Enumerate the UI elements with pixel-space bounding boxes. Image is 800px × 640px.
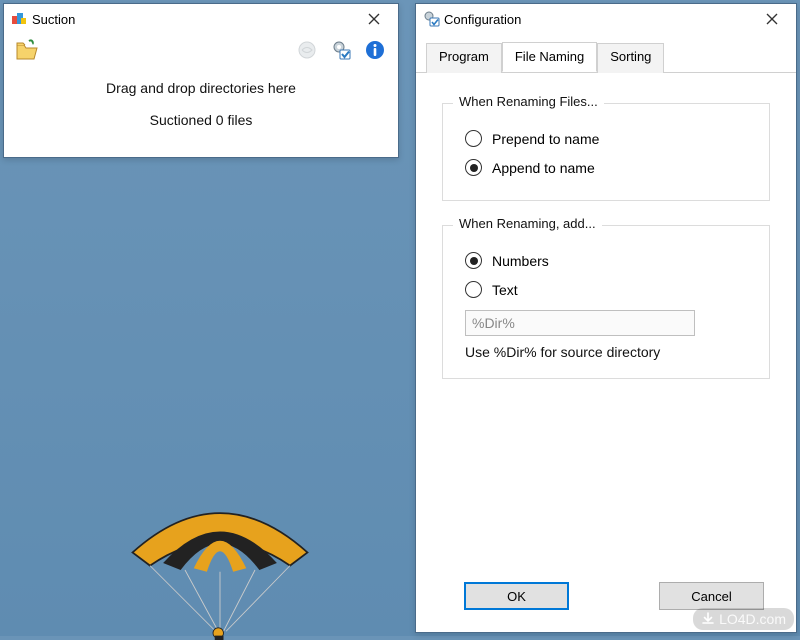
configuration-window: Configuration Program File Naming Sortin… (415, 3, 797, 633)
tab-sorting[interactable]: Sorting (597, 43, 664, 73)
radio-icon (465, 281, 482, 298)
rename-text-input[interactable] (465, 310, 695, 336)
close-icon (368, 13, 380, 25)
config-tabs: Program File Naming Sorting (416, 34, 796, 73)
cancel-button[interactable]: Cancel (659, 582, 764, 610)
main-titlebar[interactable]: Suction (4, 4, 398, 34)
suction-app-icon (10, 10, 28, 28)
config-app-icon (422, 10, 440, 28)
radio-label: Numbers (492, 253, 549, 269)
group-rename-add: When Renaming, add... Numbers Text Use %… (442, 225, 770, 379)
radio-icon (465, 252, 482, 269)
refresh-button[interactable] (294, 37, 320, 63)
rename-hint: Use %Dir% for source directory (461, 336, 751, 360)
watermark-text: LO4D.com (719, 611, 786, 627)
open-folder-button[interactable] (14, 37, 40, 63)
main-window-title: Suction (28, 12, 354, 27)
close-icon (766, 13, 778, 25)
parachute-graphic (100, 500, 340, 640)
open-folder-icon (15, 39, 39, 61)
radio-append[interactable]: Append to name (461, 153, 751, 182)
group-rename-add-legend: When Renaming, add... (453, 216, 602, 231)
drop-message[interactable]: Drag and drop directories here (4, 66, 398, 102)
settings-button[interactable] (328, 37, 354, 63)
config-titlebar[interactable]: Configuration (416, 4, 796, 34)
tab-program[interactable]: Program (426, 43, 502, 73)
desktop-background: Suction (0, 0, 800, 636)
group-rename-files-legend: When Renaming Files... (453, 94, 604, 109)
gear-check-icon (330, 39, 352, 61)
info-icon (364, 39, 386, 61)
main-close-button[interactable] (354, 7, 394, 31)
config-body: When Renaming Files... Prepend to name A… (416, 73, 796, 421)
radio-prepend[interactable]: Prepend to name (461, 124, 751, 153)
info-button[interactable] (362, 37, 388, 63)
radio-icon (465, 159, 482, 176)
radio-icon (465, 130, 482, 147)
config-window-title: Configuration (440, 12, 752, 27)
globe-refresh-icon (296, 39, 318, 61)
radio-numbers[interactable]: Numbers (461, 246, 751, 275)
dialog-buttons: OK Cancel (416, 582, 796, 610)
radio-label: Prepend to name (492, 131, 599, 147)
config-close-button[interactable] (752, 7, 792, 31)
ok-button[interactable]: OK (464, 582, 569, 610)
status-text: Suctioned 0 files (4, 102, 398, 138)
radio-text[interactable]: Text (461, 275, 751, 304)
suction-main-window: Suction (3, 3, 399, 158)
download-icon (701, 612, 715, 626)
radio-label: Text (492, 282, 518, 298)
watermark: LO4D.com (693, 608, 794, 630)
main-toolbar (4, 34, 398, 66)
tab-file-naming[interactable]: File Naming (502, 42, 597, 72)
group-rename-files: When Renaming Files... Prepend to name A… (442, 103, 770, 201)
radio-label: Append to name (492, 160, 595, 176)
